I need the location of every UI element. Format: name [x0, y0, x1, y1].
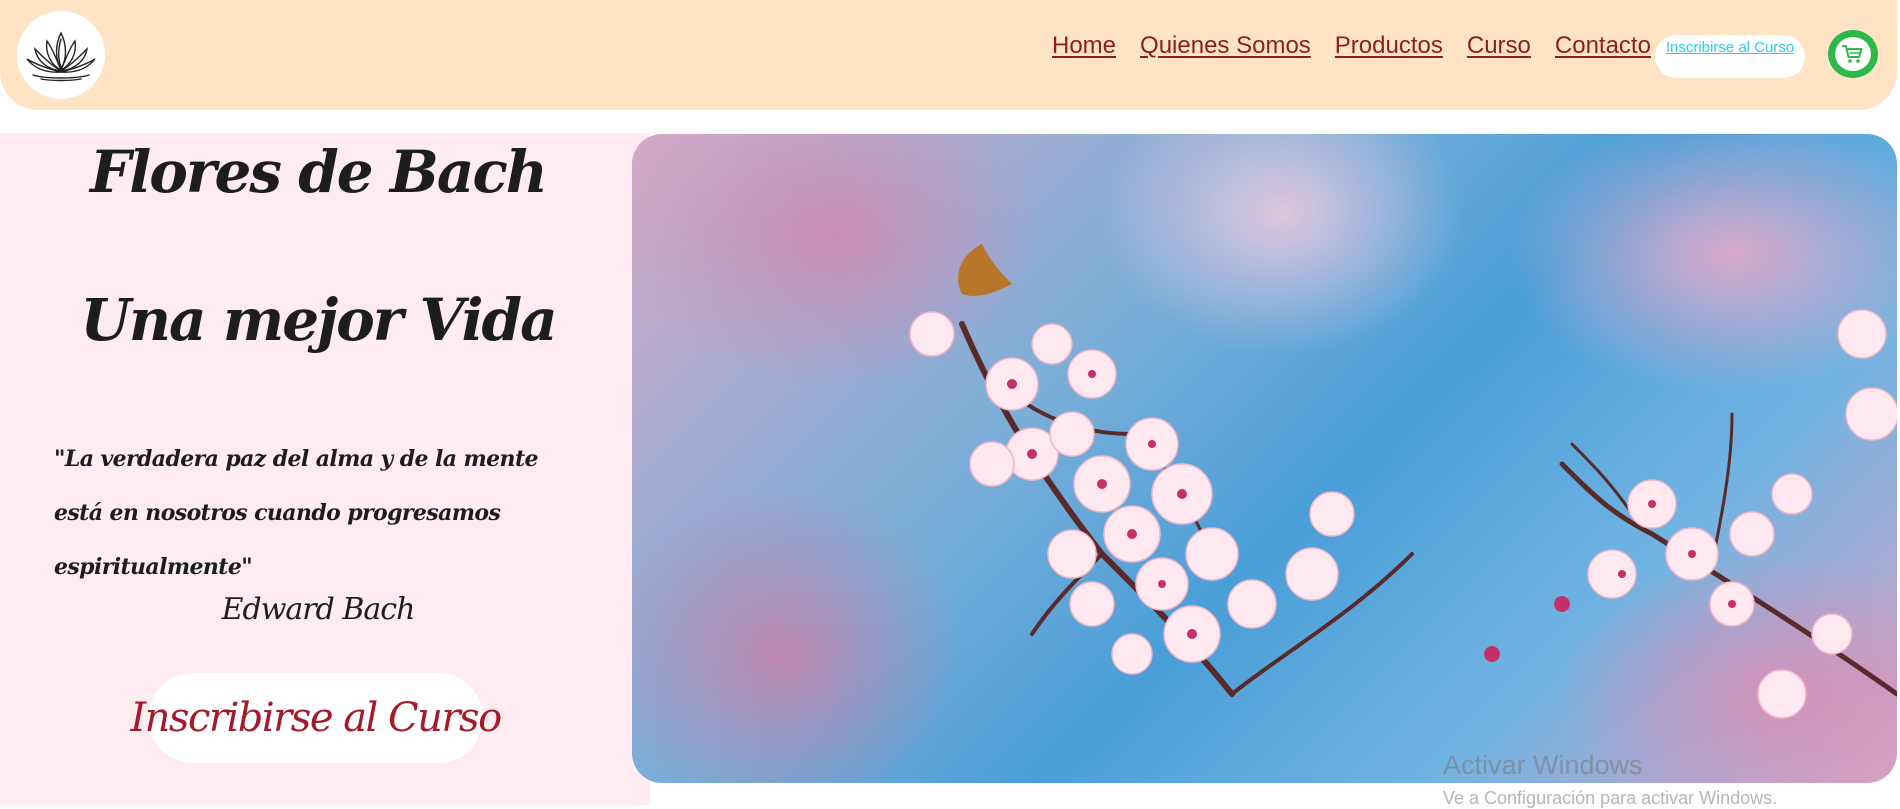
logo[interactable] [17, 11, 105, 99]
hero-title-line1: Flores de Bach [90, 138, 548, 206]
quote-author: Edward Bach [221, 592, 416, 627]
nav-productos[interactable]: Productos [1335, 32, 1443, 60]
cherry-blossom-image [909, 244, 1897, 719]
nav-enroll-link[interactable]: Inscribirse al Curso [1666, 39, 1794, 56]
hero-image [632, 134, 1897, 783]
nav-enroll-button[interactable]: Inscribirse al Curso [1655, 35, 1805, 78]
hero-quote: "La verdadera paz del alma y de la mente… [54, 446, 539, 580]
cart-button[interactable] [1828, 30, 1878, 78]
main-nav: Home Quienes Somos Productos Curso Conta… [1052, 32, 1651, 60]
windows-activation-title: Activar Windows [1443, 750, 1643, 780]
nav-contacto[interactable]: Contacto [1555, 32, 1651, 60]
site-header: Home Quienes Somos Productos Curso Conta… [0, 0, 1897, 110]
nav-curso[interactable]: Curso [1467, 32, 1531, 60]
hero-title-line2: Una mejor Vida [80, 286, 557, 354]
nav-quienes-somos[interactable]: Quienes Somos [1140, 32, 1311, 60]
cart-icon-circle [1835, 37, 1871, 71]
windows-activation-hint: Ve a Configuración para activar Windows. [1443, 788, 1778, 808]
enroll-course-button[interactable]: Inscribirse al Curso [130, 673, 502, 763]
lotus-icon [26, 31, 96, 82]
shopping-cart-icon [1842, 45, 1863, 63]
nav-home[interactable]: Home [1052, 32, 1116, 60]
